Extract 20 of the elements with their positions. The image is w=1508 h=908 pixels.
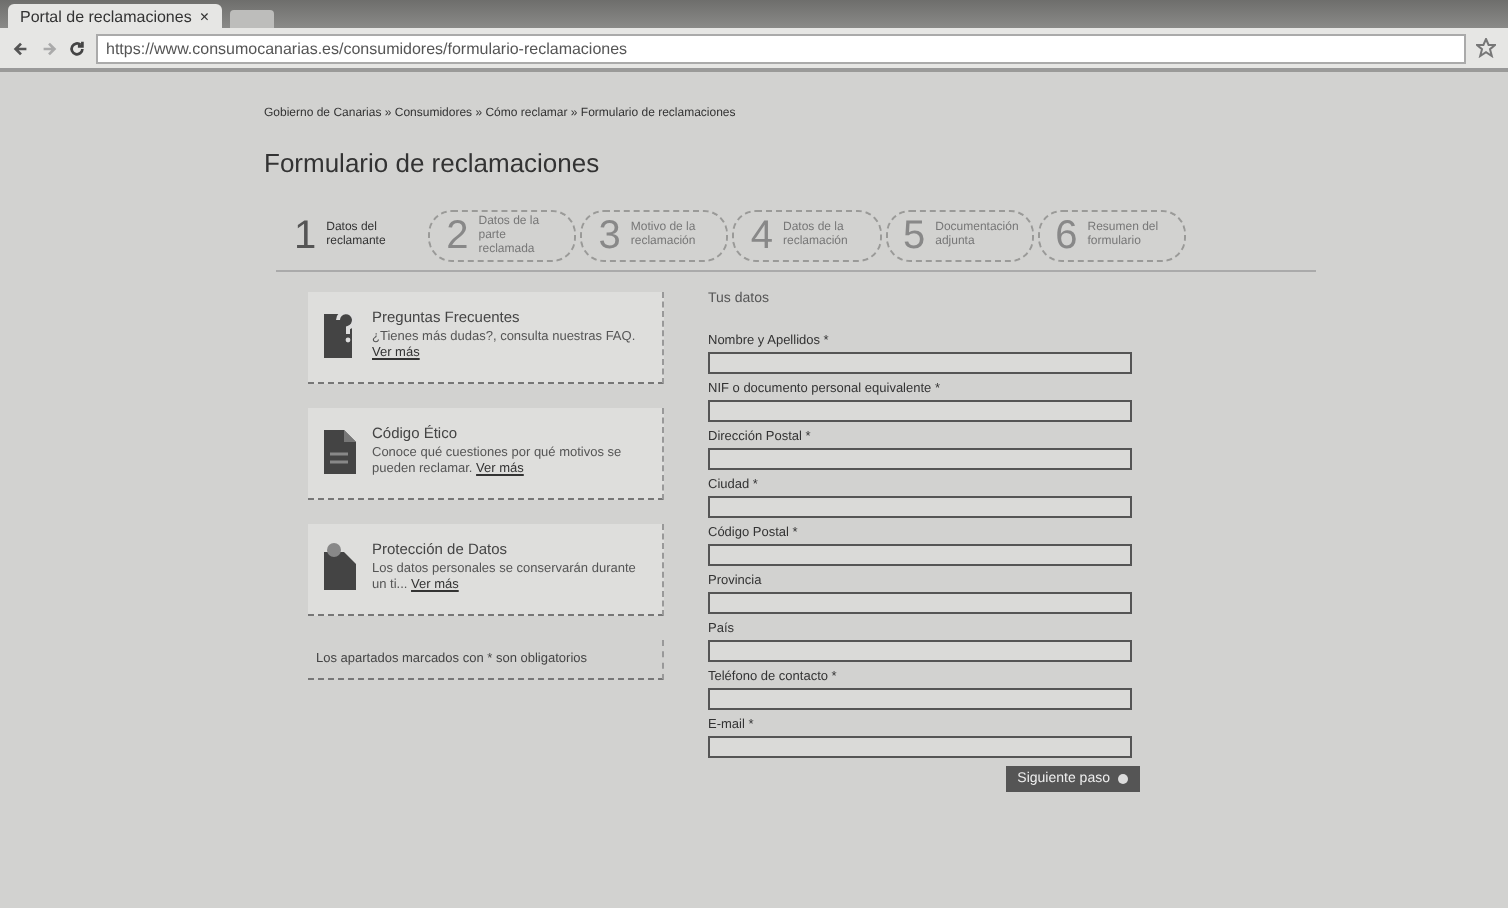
text-field[interactable]: [708, 592, 1132, 614]
tab-title: Portal de reclamaciones: [20, 7, 192, 25]
back-icon[interactable]: [12, 39, 30, 57]
text-field[interactable]: [708, 736, 1132, 758]
dot-icon: [1118, 774, 1128, 784]
text-field[interactable]: [708, 688, 1132, 710]
text-field[interactable]: [708, 496, 1132, 518]
text-field[interactable]: [708, 640, 1132, 662]
text-field[interactable]: [708, 400, 1132, 422]
text-field[interactable]: [708, 352, 1132, 374]
text-field[interactable]: [708, 544, 1132, 566]
address-field[interactable]: https://www.consumocanarias.es/consumidores/formulario-reclamaciones: [96, 33, 1466, 63]
page-title: Formulario de reclamaciones: [264, 148, 602, 178]
browser-tab[interactable]: Portal de reclamaciones ×: [8, 4, 221, 28]
text-field[interactable]: [708, 448, 1132, 470]
tab-close-button[interactable]: ×: [199, 7, 209, 25]
reload-icon[interactable]: [68, 39, 86, 57]
star-icon[interactable]: [1476, 38, 1496, 58]
document-icon: [320, 540, 360, 596]
document-icon: [320, 424, 360, 480]
